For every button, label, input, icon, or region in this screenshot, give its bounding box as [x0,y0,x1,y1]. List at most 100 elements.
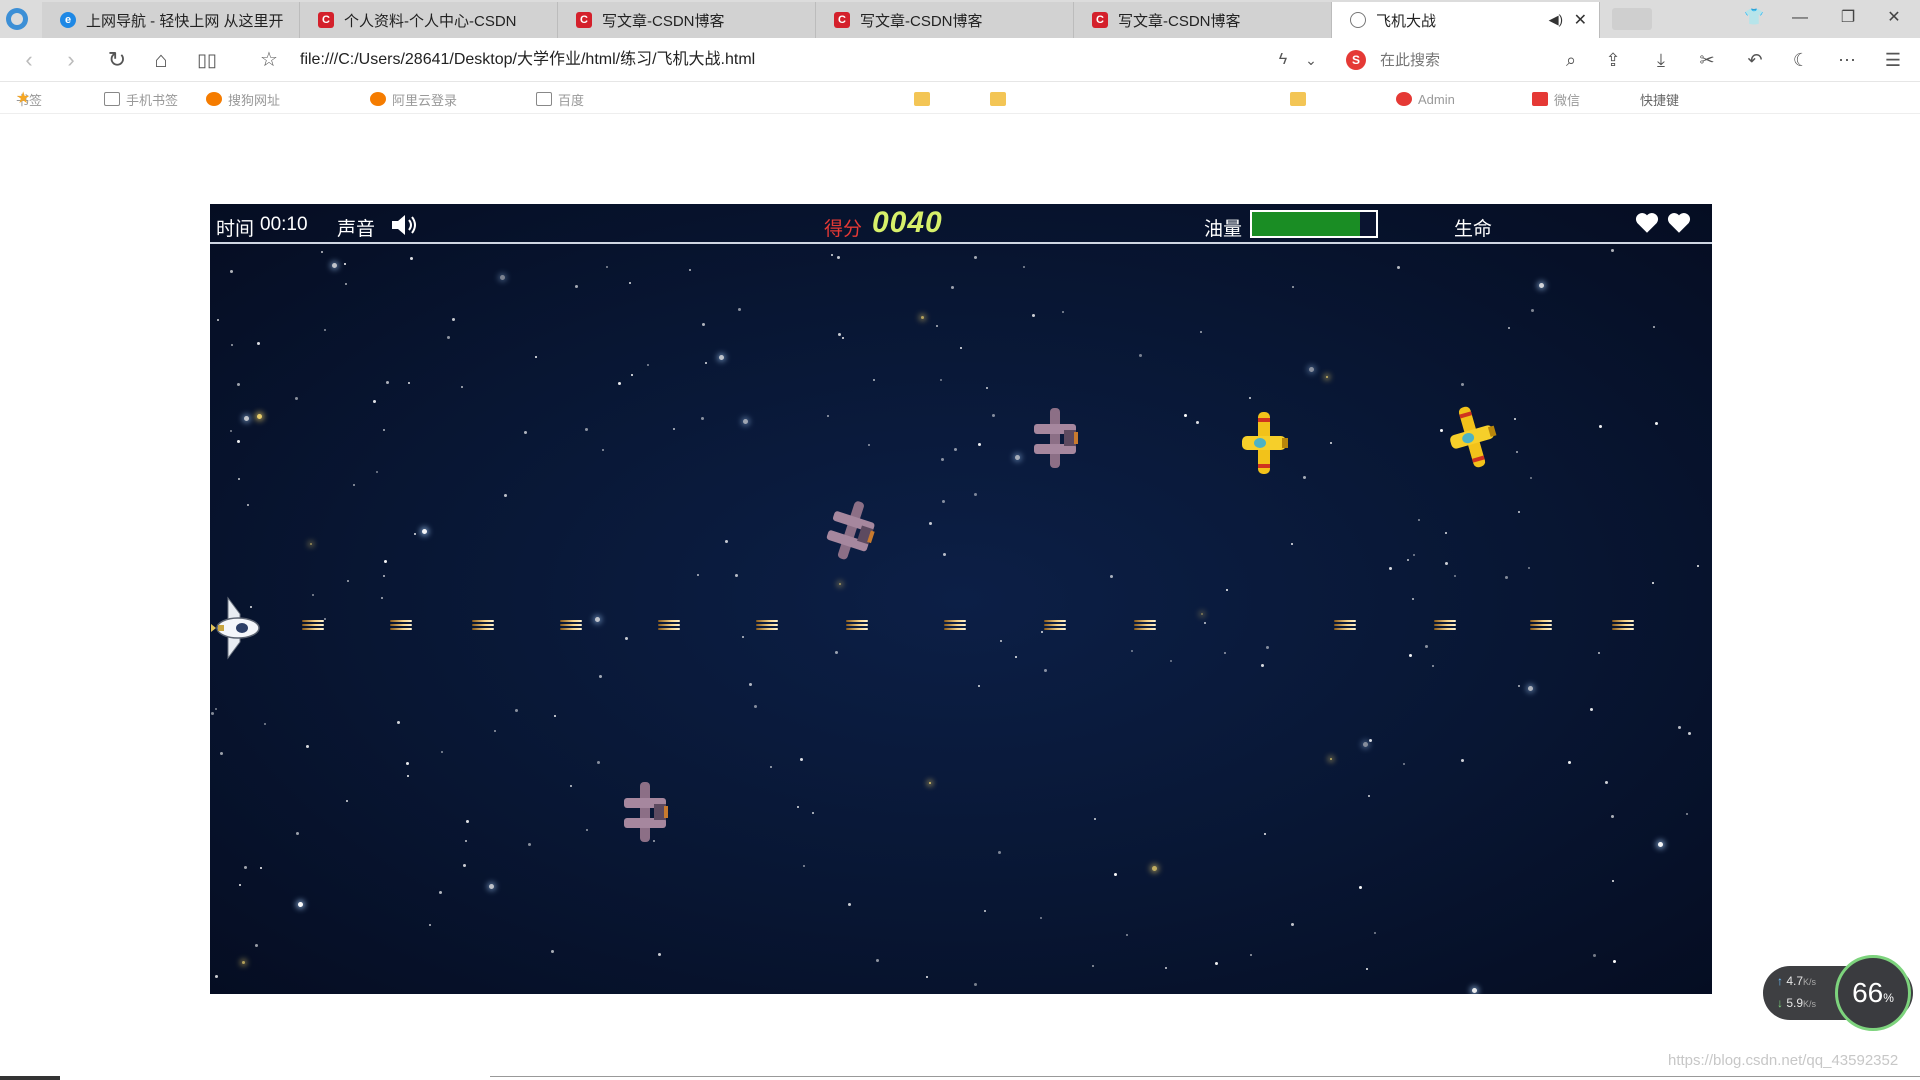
enemy-plane-purple[interactable] [1028,406,1080,470]
star [848,903,851,906]
star [625,637,628,640]
cpu-usage-dial[interactable]: 66% [1835,955,1911,1031]
back-button[interactable]: ‹ [14,46,44,74]
bookmark-item[interactable]: Admin [1396,90,1455,108]
undo-icon[interactable]: ↶ [1740,46,1770,74]
tab-6-active[interactable]: 飞机大战 ◀) ✕ [1332,2,1600,38]
star [1114,873,1117,876]
star [1326,376,1328,378]
download-icon[interactable]: ⤓ [1646,46,1676,74]
star [441,751,443,753]
star [1418,519,1420,521]
star [702,323,705,326]
tab-3[interactable]: C 写文章-CSDN博客 [558,2,816,38]
star [599,675,602,678]
star [1528,686,1533,691]
bullet [302,618,324,632]
enemy-plane-purple[interactable] [815,492,884,569]
search-icon[interactable]: ⌕ [1556,46,1586,74]
divider [490,1076,1920,1077]
chevron-down-icon[interactable]: ⌄ [1296,46,1326,74]
tab-audio-icon[interactable]: ◀) [1549,12,1563,28]
enemy-plane-yellow[interactable] [1238,410,1290,476]
bookmark-item[interactable]: 百度 [536,90,584,108]
browser-logo-icon[interactable] [6,8,28,30]
bookmark-item[interactable]: 微信 [1532,90,1580,108]
search-box[interactable]: S [1346,46,1586,74]
star [838,333,841,336]
tab-close-icon[interactable]: ✕ [1574,10,1587,30]
star [230,270,233,273]
reload-button[interactable]: ↻ [102,46,132,74]
star [237,440,240,443]
share-icon[interactable]: ⇪ [1598,46,1628,74]
more-icon[interactable]: ⋯ [1832,46,1862,74]
search-input[interactable] [1378,50,1548,70]
bookmark-star-icon[interactable]: ☆ [254,46,284,74]
minimize-button[interactable]: — [1786,6,1814,30]
bookmark-folder[interactable] [914,90,936,108]
speaker-icon[interactable] [390,212,420,238]
star [1200,331,1202,333]
star [1613,960,1616,963]
bookmark-item[interactable]: 手机书签 [104,90,178,108]
bookmark-item[interactable]: ★ 书签 [16,90,42,108]
home-button[interactable]: ⌂ [146,46,176,74]
star [376,471,378,473]
new-tab-button[interactable] [1612,8,1652,30]
life-label: 生命 [1454,219,1493,240]
star [344,263,346,265]
bookmark-folder[interactable] [1290,90,1312,108]
window-close-button[interactable]: ✕ [1880,6,1908,30]
csdn-icon [1396,92,1412,106]
star [264,723,266,725]
tab-title: 个人资料-个人中心-CSDN [344,12,517,30]
tab-4[interactable]: C 写文章-CSDN博客 [816,2,1074,38]
star [535,356,537,358]
tab-1[interactable]: e 上网导航 - 轻快上网 从这里开 [42,2,300,38]
tab-5[interactable]: C 写文章-CSDN博客 [1074,2,1332,38]
lightning-icon[interactable]: ϟ [1268,46,1298,74]
star [1508,327,1510,329]
reader-icon[interactable]: ▯▯ [192,46,222,74]
scissors-icon[interactable]: ✂ [1692,46,1722,74]
star [211,712,214,715]
navigation-bar: ‹ › ↻ ⌂ ▯▯ ☆ file:///C:/Users/28641/Desk… [0,38,1920,82]
menu-icon[interactable]: ☰ [1878,46,1908,74]
enemy-plane-yellow[interactable] [1438,398,1506,476]
enemy-plane-purple[interactable] [618,780,670,844]
star [1409,654,1412,657]
bookmark-item[interactable]: 阿里云登录 [370,90,457,108]
address-bar[interactable]: file:///C:/Users/28641/Desktop/大学作业/html… [300,47,1260,73]
game-canvas[interactable]: 时间 00:10 声音 得分 0040 油量 生命 [210,204,1712,994]
star [1612,880,1614,882]
tab-2[interactable]: C 个人资料-个人中心-CSDN [300,2,558,38]
bookmark-folder[interactable] [990,90,1012,108]
star [1023,266,1025,268]
skin-icon[interactable]: 👕 [1740,6,1768,30]
star [1092,965,1094,967]
star [1249,397,1251,399]
forward-button[interactable]: › [56,46,86,74]
star [876,959,879,962]
star [873,379,875,381]
bookmark-item[interactable]: 快捷键 [1640,90,1679,108]
star [673,428,675,430]
night-mode-icon[interactable]: ☾ [1786,46,1816,74]
star [1032,314,1035,317]
star [524,431,527,434]
bullet [560,618,582,632]
star [1139,354,1142,357]
folder-icon [1290,92,1306,106]
star [1291,543,1293,545]
aliyun-icon [370,92,386,106]
star [1413,554,1415,556]
star [658,953,661,956]
bookmark-item[interactable]: 搜狗网址 [206,90,280,108]
star [1445,562,1448,565]
restore-button[interactable]: ❐ [1834,6,1862,30]
star [1369,739,1372,742]
player-ship[interactable] [210,596,262,660]
star [528,843,531,846]
star [260,867,262,869]
